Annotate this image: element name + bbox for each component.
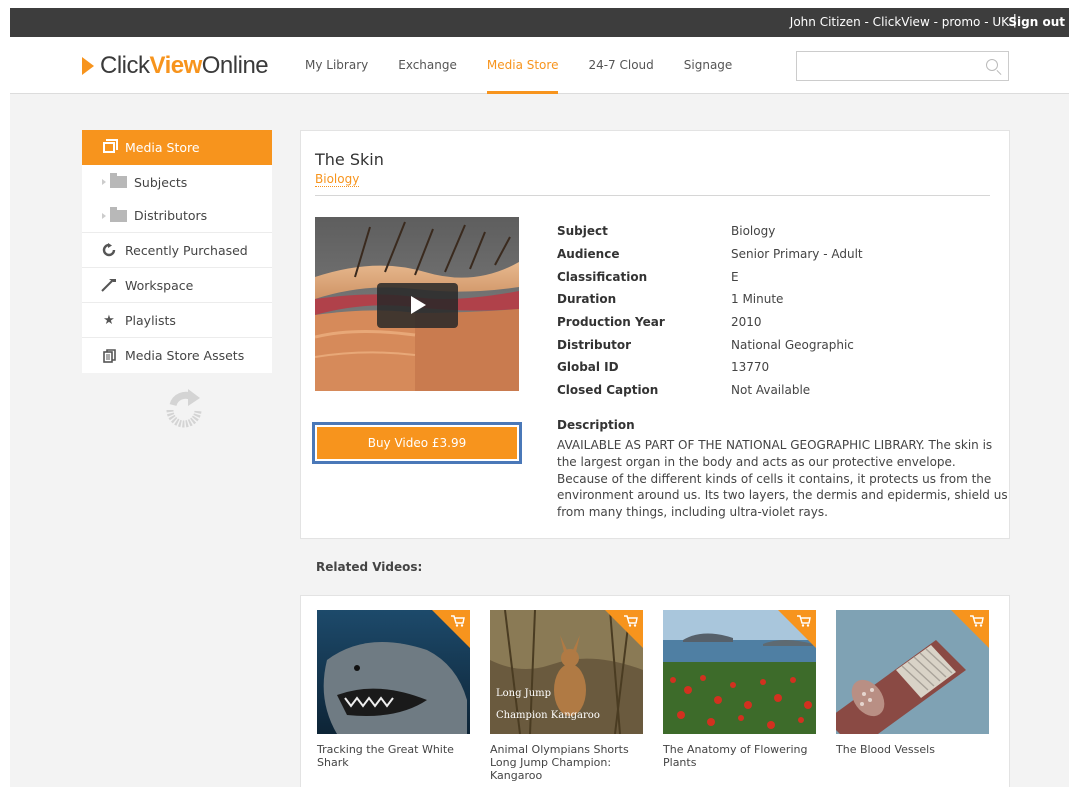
- logo-triangle-icon: [82, 57, 94, 75]
- video-metadata: Subject Biology Audience Senior Primary - …: [557, 220, 863, 402]
- related-video-card[interactable]: Long Jump Champion Kangaroo Animal Olymp…: [490, 610, 643, 782]
- sidebar-item-label: Media Store Assets: [125, 348, 245, 363]
- nav-signage[interactable]: Signage: [669, 37, 748, 94]
- meta-key: Classification: [557, 269, 648, 284]
- sidebar: Media Store Subjects Distributors Recent…: [82, 130, 272, 373]
- description-text: AVAILABLE AS PART OF THE NATIONAL GEOGRA…: [557, 438, 1008, 520]
- meta-value: National Geographic: [731, 337, 854, 352]
- meta-key: Audience: [557, 247, 620, 262]
- video-thumbnail[interactable]: [315, 217, 519, 391]
- related-video-card[interactable]: The Anatomy of Flowering Plants: [663, 610, 816, 769]
- related-video-thumbnail[interactable]: [836, 610, 989, 734]
- meta-value: 1 Minute: [731, 292, 784, 307]
- user-account-label: John Citizen - ClickView - promo - UK: [789, 15, 1009, 29]
- meta-row: Audience Senior Primary - Adult: [557, 243, 863, 266]
- expand-caret-icon[interactable]: [102, 212, 106, 219]
- related-video-card[interactable]: The Blood Vessels: [836, 610, 989, 756]
- folder-icon: [110, 173, 127, 188]
- header: Click View Online My Library Exchange Medi…: [10, 37, 1069, 94]
- cart-icon[interactable]: [797, 615, 811, 627]
- meta-value: Senior Primary - Adult: [731, 247, 863, 262]
- meta-key: Global ID: [557, 360, 619, 375]
- related-videos-panel: Tracking the Great White Shark Long Jump…: [300, 595, 1010, 787]
- related-video-thumbnail[interactable]: [317, 610, 470, 734]
- sidebar-item-label: Media Store: [125, 140, 200, 155]
- sidebar-item-label: Recently Purchased: [125, 242, 248, 258]
- buy-button-highlight: Buy Video £3.99: [312, 422, 522, 464]
- meta-value: 2010: [731, 315, 762, 330]
- assets-icon: [100, 348, 118, 363]
- sidebar-item-label: Workspace: [125, 277, 194, 293]
- divider: [315, 195, 990, 196]
- meta-row: Closed Caption Not Available: [557, 379, 863, 402]
- meta-key: Production Year: [557, 315, 665, 330]
- workspace-icon: [100, 278, 118, 292]
- loading-refresh-icon: [164, 388, 204, 428]
- nav-my-library[interactable]: My Library: [290, 37, 383, 94]
- page: John Citizen - ClickView - promo - UK | …: [10, 8, 1069, 787]
- sidebar-item-distributors[interactable]: Distributors: [82, 199, 272, 233]
- meta-row: Duration 1 Minute: [557, 288, 863, 311]
- search-box: [796, 51, 1009, 81]
- related-video-card[interactable]: Tracking the Great White Shark: [317, 610, 470, 769]
- related-videos-heading: Related Videos:: [316, 560, 423, 574]
- buy-video-button[interactable]: Buy Video £3.99: [317, 427, 517, 459]
- related-video-thumbnail[interactable]: [663, 610, 816, 734]
- meta-row: Subject Biology: [557, 220, 863, 243]
- meta-row: Classification E: [557, 265, 863, 288]
- sidebar-item-label: Distributors: [134, 208, 208, 223]
- meta-row: Distributor National Geographic: [557, 333, 863, 356]
- expand-caret-icon[interactable]: [102, 179, 106, 185]
- nav-24-7-cloud[interactable]: 24-7 Cloud: [573, 37, 668, 94]
- sidebar-item-workspace[interactable]: Workspace: [82, 268, 272, 303]
- main-nav: My Library Exchange Media Store 24-7 Clo…: [290, 37, 747, 94]
- meta-row: Global ID 13770: [557, 356, 863, 379]
- cart-icon[interactable]: [451, 615, 465, 627]
- clickview-logo[interactable]: Click View Online: [82, 51, 269, 81]
- video-detail-panel: The Skin Biology Buy Video £3.99 Subject…: [300, 130, 1010, 539]
- meta-key: Distributor: [557, 337, 632, 352]
- related-video-title[interactable]: The Blood Vessels: [836, 743, 986, 756]
- meta-value: Biology: [731, 224, 776, 239]
- related-video-title[interactable]: Tracking the Great White Shark: [317, 743, 467, 769]
- star-icon: ★: [103, 312, 115, 328]
- search-icon[interactable]: [986, 59, 998, 71]
- related-video-thumbnail[interactable]: Long Jump Champion Kangaroo: [490, 610, 643, 734]
- overlay-text-2: Champion Kangaroo: [496, 710, 600, 721]
- cart-icon[interactable]: [624, 615, 638, 627]
- logo-text-view: View: [149, 52, 203, 79]
- search-input[interactable]: [797, 52, 977, 80]
- meta-value: 13770: [731, 360, 770, 375]
- subject-link[interactable]: Biology: [315, 172, 360, 187]
- description-heading: Description: [557, 418, 635, 432]
- nav-exchange[interactable]: Exchange: [383, 37, 472, 94]
- sidebar-item-recently-purchased[interactable]: Recently Purchased: [82, 233, 272, 268]
- sidebar-item-label: Subjects: [134, 174, 188, 190]
- media-store-icon: [100, 139, 118, 153]
- sign-out-link[interactable]: Sign out: [1008, 15, 1065, 29]
- logo-text-online: Online: [201, 52, 269, 79]
- sidebar-item-media-store-assets[interactable]: Media Store Assets: [82, 338, 272, 373]
- logo-text-click: Click: [100, 52, 150, 79]
- sidebar-item-subjects[interactable]: Subjects: [82, 165, 272, 199]
- meta-key: Duration: [557, 292, 617, 307]
- sidebar-item-label: Playlists: [125, 312, 176, 328]
- related-video-title[interactable]: The Anatomy of Flowering Plants: [663, 743, 813, 769]
- sidebar-item-media-store[interactable]: Media Store: [82, 130, 272, 165]
- meta-row: Production Year 2010: [557, 311, 863, 334]
- meta-value: Not Available: [731, 383, 811, 398]
- video-title: The Skin: [315, 150, 384, 169]
- play-button[interactable]: [377, 283, 458, 328]
- meta-value: E: [731, 269, 739, 284]
- cart-icon[interactable]: [970, 615, 984, 627]
- related-video-title[interactable]: Animal Olympians Shorts Long Jump Champi…: [490, 743, 640, 782]
- sidebar-item-playlists[interactable]: ★ Playlists: [82, 303, 272, 338]
- recent-icon: [100, 243, 118, 257]
- overlay-text-1: Long Jump: [496, 688, 551, 699]
- meta-key: Closed Caption: [557, 383, 659, 398]
- top-bar: John Citizen - ClickView - promo - UK | …: [10, 8, 1069, 37]
- nav-media-store[interactable]: Media Store: [472, 37, 574, 94]
- folder-icon: [110, 206, 127, 222]
- meta-key: Subject: [557, 224, 608, 239]
